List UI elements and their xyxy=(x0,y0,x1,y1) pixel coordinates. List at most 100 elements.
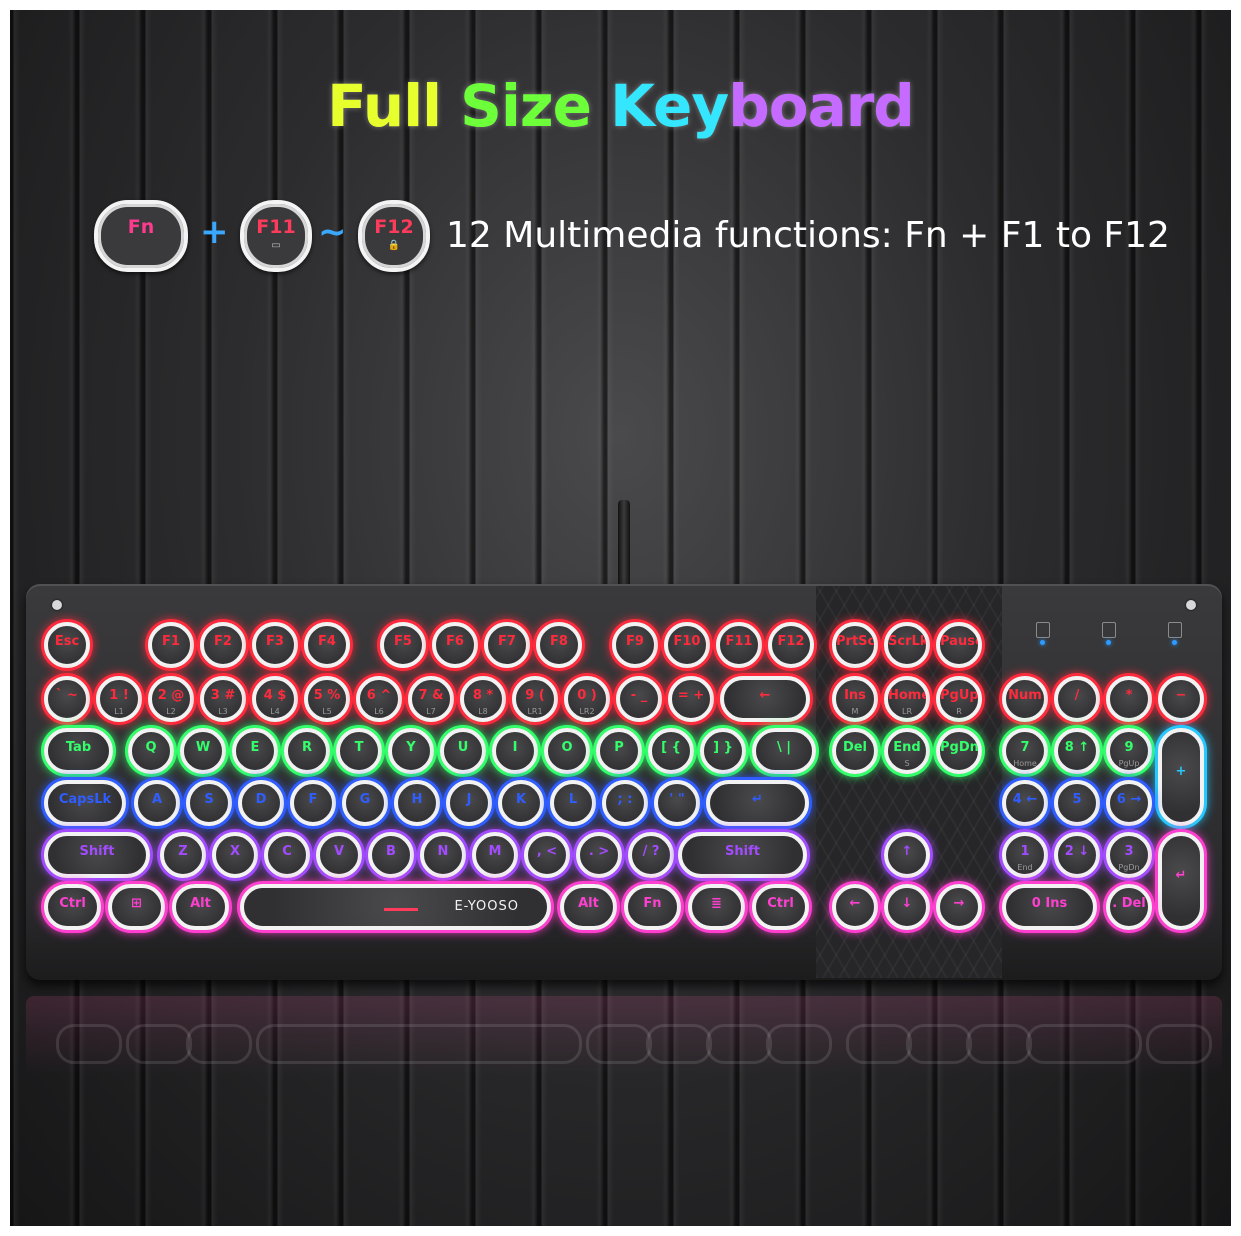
key: ` ~ xyxy=(44,676,90,722)
key-label: R xyxy=(301,740,312,755)
key-label: 5 % xyxy=(313,688,341,703)
key-label: C xyxy=(282,844,292,859)
key-label: F4 xyxy=(318,634,336,649)
key: O xyxy=(544,728,590,774)
key-label: T xyxy=(354,740,364,755)
key: V xyxy=(316,832,362,878)
key-label: ` ~ xyxy=(56,688,78,703)
headline-word-1: Full xyxy=(327,72,442,140)
key: A xyxy=(134,780,180,826)
key: . > xyxy=(576,832,622,878)
key-label: Z xyxy=(178,844,188,859)
key-label: ⊞ xyxy=(131,896,142,911)
key: 7 & L7 xyxy=(408,676,454,722)
key-sublabel: L5 xyxy=(322,707,332,716)
key: Del xyxy=(832,728,878,774)
key-label: Ctrl xyxy=(59,896,86,911)
key: Home LR xyxy=(884,676,930,722)
key-sublabel: L3 xyxy=(218,707,228,716)
key-label: 3 xyxy=(1124,844,1134,859)
screw-left xyxy=(52,600,62,610)
key-label: PgDn xyxy=(940,740,979,755)
key-label: ↑ xyxy=(901,844,913,859)
key: + xyxy=(1158,728,1204,826)
reflected-key xyxy=(646,1024,712,1064)
headline-word-3a: Key xyxy=(610,72,729,140)
key-label: Alt xyxy=(578,896,599,911)
key: Ctrl xyxy=(752,884,809,930)
key: N xyxy=(420,832,466,878)
key-label: Num xyxy=(1008,688,1042,703)
key: Y xyxy=(388,728,434,774)
key-sublabel: S xyxy=(904,759,910,768)
key: 0 Ins xyxy=(1002,884,1097,930)
key: F9 xyxy=(612,622,658,668)
key-label: 5 xyxy=(1072,792,1082,807)
key-label: F11 xyxy=(725,634,753,649)
numlock-led xyxy=(1040,640,1045,645)
key-label: I xyxy=(512,740,518,755)
usb-cable xyxy=(618,500,630,588)
reflected-key xyxy=(846,1024,912,1064)
reflected-key xyxy=(706,1024,772,1064)
key-label: 2 ↓ xyxy=(1064,844,1090,859)
key-label: Q xyxy=(145,740,157,755)
key: Shift xyxy=(44,832,150,878)
key: ScrLk xyxy=(884,622,930,668)
reflected-key xyxy=(1026,1024,1142,1064)
key-label: U xyxy=(457,740,469,755)
key: Alt xyxy=(560,884,617,930)
key-label: 4 $ xyxy=(263,688,287,703)
key-label: F7 xyxy=(498,634,516,649)
key-label: F8 xyxy=(550,634,568,649)
screw-right xyxy=(1186,600,1196,610)
key: , < xyxy=(524,832,570,878)
key: CapsLk xyxy=(44,780,126,826)
key: Q xyxy=(128,728,174,774)
key: \ | xyxy=(752,728,816,774)
key-label: PgUp xyxy=(940,688,979,703)
key: ↑ xyxy=(884,832,930,878)
multimedia-callout: Fn + F11 ▭ ~ F12 🔒 12 Multimedia functio… xyxy=(94,200,1214,274)
key-label: Shift xyxy=(79,844,115,859)
key-label: 7 xyxy=(1020,740,1030,755)
key-label: 6 ^ xyxy=(366,688,392,703)
key-label: Del xyxy=(842,740,868,755)
key: F3 xyxy=(252,622,298,668)
key: Pause xyxy=(936,622,982,668)
key: End S xyxy=(884,728,930,774)
key-label: 1 ! xyxy=(109,688,129,703)
key-label: O xyxy=(561,740,573,755)
key-label: M xyxy=(488,844,502,859)
key: Z xyxy=(160,832,206,878)
key: 6 ^ L6 xyxy=(356,676,402,722)
key-label: Shift xyxy=(725,844,760,859)
key: 2 @ L2 xyxy=(148,676,194,722)
f11-key-illustration: F11 ▭ xyxy=(240,200,312,272)
key-label: V xyxy=(333,844,345,859)
key-sublabel: L2 xyxy=(166,707,176,716)
key: ⊞ xyxy=(108,884,165,930)
key-label: Home xyxy=(888,688,930,703)
window-icon: ▭ xyxy=(271,240,281,251)
key-label: 0 Ins xyxy=(1031,896,1068,911)
headline-word-2: Size xyxy=(460,72,592,140)
key: 8 * L8 xyxy=(460,676,506,722)
key-label: / xyxy=(1074,688,1080,703)
key-label: J xyxy=(466,792,472,807)
key-label: ↵ xyxy=(752,792,763,807)
key-label: X xyxy=(229,844,241,859)
key-label: S xyxy=(204,792,214,807)
key: F4 xyxy=(304,622,350,668)
key-sublabel: End xyxy=(1017,863,1033,872)
key: . Del xyxy=(1106,884,1152,930)
key-label: ← xyxy=(759,688,771,703)
key-label: , < xyxy=(536,844,558,859)
key-label: = + xyxy=(677,688,705,703)
key-label: Fn xyxy=(643,896,662,911)
tilde-sign: ~ xyxy=(318,212,347,252)
key-label: P xyxy=(614,740,624,755)
key: X xyxy=(212,832,258,878)
key: M xyxy=(472,832,518,878)
key-label: F3 xyxy=(266,634,284,649)
